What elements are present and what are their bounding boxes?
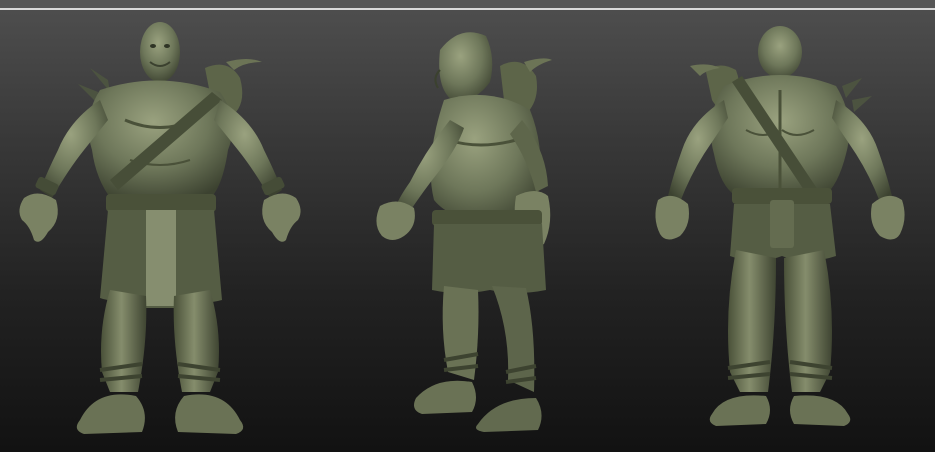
right-hand	[871, 195, 905, 240]
left-foot	[175, 394, 244, 434]
belt	[432, 210, 542, 226]
right-hand	[19, 193, 58, 242]
ogre-back-figure	[655, 26, 905, 426]
left-foot	[709, 395, 770, 426]
left-leg-back	[728, 250, 776, 392]
back-foot	[476, 398, 542, 432]
ogre-front-view	[0, 0, 320, 452]
front-hand	[376, 201, 415, 240]
head-back	[758, 26, 802, 78]
left-hand	[655, 195, 689, 240]
back-leg	[492, 286, 535, 392]
ogre-back-view	[620, 0, 935, 452]
ogre-side-view	[340, 0, 590, 452]
render-scene	[0, 0, 935, 452]
ogre-front-figure	[19, 22, 301, 434]
head	[140, 22, 180, 82]
belt	[106, 194, 216, 212]
right-foot	[790, 395, 851, 426]
front-foot	[414, 380, 476, 414]
ogre-side-figure	[376, 32, 552, 432]
head	[439, 32, 493, 101]
left-hand	[262, 193, 301, 242]
kilt	[432, 224, 546, 293]
right-leg-back	[784, 250, 832, 392]
right-foot	[76, 394, 145, 434]
